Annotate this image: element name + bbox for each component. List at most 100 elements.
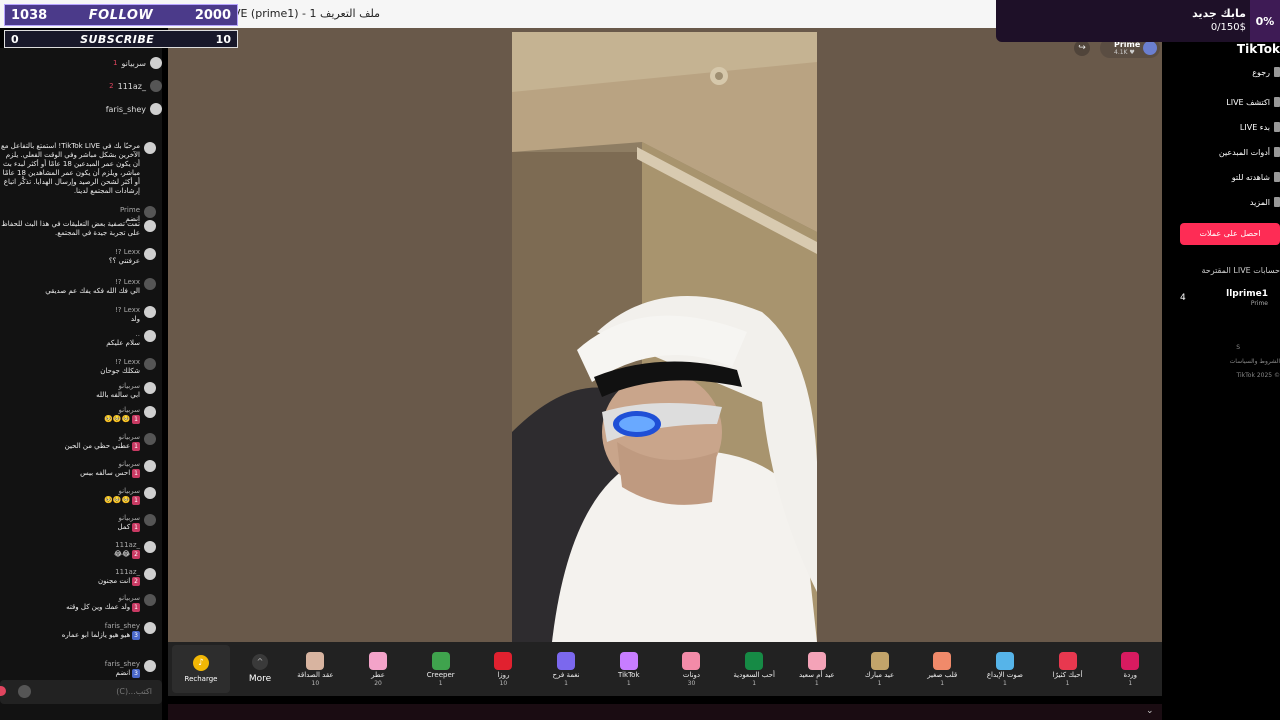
chat-message: Lexx ?! ولد: [0, 306, 156, 324]
level-badge: 1: [132, 523, 140, 532]
level-badge: 3: [132, 631, 140, 640]
gift-item[interactable]: أحبك كثيرًا 1: [1036, 644, 1099, 694]
chat-username[interactable]: سربيانو: [0, 514, 141, 523]
gift-icon: [557, 651, 576, 670]
level-badge: 1: [132, 496, 140, 505]
chat-message: .. سلام عليكم: [0, 330, 156, 348]
gift-name: TikTok: [618, 670, 640, 679]
avatar: [150, 80, 162, 92]
gift-item[interactable]: عيد أم سعيد 1: [786, 644, 849, 694]
viewer-name: _111az: [117, 81, 146, 91]
nav-more[interactable]: المزيد: [1250, 197, 1280, 207]
nav-back[interactable]: رجوع: [1252, 67, 1280, 77]
chat-username[interactable]: سربيانو: [0, 406, 141, 415]
avatar[interactable]: [144, 142, 156, 154]
avatar[interactable]: [144, 541, 156, 553]
follow-goal: 2000: [194, 7, 231, 23]
top-viewer[interactable]: 2 _111az: [96, 79, 162, 93]
avatar[interactable]: [144, 220, 156, 232]
chat-username[interactable]: _111az: [0, 541, 140, 550]
level-badge: 1: [132, 442, 140, 451]
avatar[interactable]: [144, 594, 156, 606]
chat-message-body: Lexx ?! شكلك جوحان: [0, 358, 140, 376]
avatar[interactable]: [144, 433, 156, 445]
gift-item[interactable]: وردة 1: [1099, 644, 1162, 694]
chat-username[interactable]: Lexx ?!: [0, 278, 140, 287]
chat-username[interactable]: سربيانو: [0, 382, 141, 391]
chat-username[interactable]: faris_shey: [0, 622, 140, 631]
suggested-account[interactable]: llprime1 Prime 4: [1174, 286, 1280, 314]
nav-go-live[interactable]: بدء LIVE: [1240, 122, 1280, 132]
gift-item[interactable]: عطر 20: [347, 644, 410, 694]
avatar[interactable]: [144, 330, 156, 342]
gift-icon: [995, 651, 1014, 670]
gift-name: صوت الإبداع: [986, 670, 1023, 679]
gift-item[interactable]: نغمة فرح 1: [535, 644, 598, 694]
chat-text: 🥺🥺🥺: [104, 415, 131, 423]
chat-username[interactable]: ..: [0, 330, 140, 339]
chat-input[interactable]: اكتب...(C): [0, 680, 162, 704]
emoji-icon[interactable]: [18, 685, 31, 698]
avatar[interactable]: [144, 660, 156, 672]
gift-item[interactable]: صوت الإبداع 1: [974, 644, 1037, 694]
top-viewer[interactable]: 1 سربيانو: [96, 56, 162, 70]
avatar[interactable]: [144, 206, 156, 218]
live-video[interactable]: [512, 32, 817, 642]
chat-username[interactable]: Lexx ?!: [0, 358, 140, 367]
chat-input-placeholder: اكتب...(C): [116, 687, 152, 696]
chat-username[interactable]: Lexx ?!: [0, 248, 140, 257]
nav-explore-live[interactable]: اكتشف LIVE: [1226, 97, 1280, 107]
chat-text: عطني حظي من الحين: [64, 442, 131, 450]
share-icon[interactable]: ↪: [1074, 40, 1090, 56]
chat-username[interactable]: سربيانو: [0, 433, 141, 442]
chat-message: مرحبًا بك في TikTok LIVE! استمتع بالتفاع…: [0, 142, 156, 196]
donation-goal-widget: مابك جديد 0/150$ 0%: [996, 0, 1280, 42]
nav-recently-watched[interactable]: شاهدته للتو: [1232, 172, 1280, 182]
tiktok-logo[interactable]: TikTok: [1237, 42, 1280, 56]
chat-username[interactable]: Prime: [0, 206, 140, 215]
chevron-down-icon[interactable]: ⌄: [1146, 706, 1154, 716]
chat-username[interactable]: سربيانو: [0, 594, 141, 603]
gift-item[interactable]: عقد الصداقة 10: [284, 644, 347, 694]
avatar[interactable]: [144, 487, 156, 499]
chat-text: انضم: [115, 669, 131, 677]
gift-item[interactable]: قلب صغير 1: [911, 644, 974, 694]
chat-username[interactable]: Lexx ?!: [0, 306, 140, 315]
avatar[interactable]: [144, 358, 156, 370]
footer-link[interactable]: الشروط والسياسات: [1230, 358, 1280, 365]
chat-text: 😂😂: [113, 550, 131, 558]
gift-name: عقد الصداقة: [297, 670, 334, 679]
chat-username[interactable]: _111az: [0, 568, 140, 577]
gift-icon: [807, 651, 826, 670]
suggested-live-title: حسابات LIVE المقترحة: [1201, 266, 1280, 275]
avatar[interactable]: [144, 278, 156, 290]
avatar[interactable]: [144, 382, 156, 394]
gift-item[interactable]: Creeper 1: [409, 644, 472, 694]
gift-item[interactable]: أحب السعودية 1: [723, 644, 786, 694]
chevron-up-icon: ^: [252, 654, 268, 670]
get-coins-button[interactable]: احصل على عملات: [1180, 223, 1280, 245]
gift-item[interactable]: دونات 30: [660, 644, 723, 694]
avatar[interactable]: [144, 306, 156, 318]
chat-username[interactable]: سربيانو: [0, 487, 141, 496]
avatar[interactable]: [144, 568, 156, 580]
chat-username[interactable]: سربيانو: [0, 460, 141, 469]
more-gifts-button[interactable]: ^ More: [236, 645, 284, 693]
avatar[interactable]: [144, 248, 156, 260]
host-avatar: [1143, 41, 1157, 55]
chat-message-body: سربيانو 1🥺🥺🥺: [0, 406, 140, 424]
gift-item[interactable]: عيد مبارك 1: [848, 644, 911, 694]
chat-message-body: تمت تصفية بعض التعليقات في هذا البث للحف…: [0, 220, 140, 238]
gift-item[interactable]: TikTok 1: [597, 644, 660, 694]
gift-name: عيد مبارك: [864, 670, 895, 679]
chat-username[interactable]: faris_shey: [0, 660, 140, 669]
avatar[interactable]: [144, 460, 156, 472]
nav-creator-tools[interactable]: أدوات المبدعين: [1219, 147, 1280, 157]
gift-shortcut-icon[interactable]: [0, 686, 6, 696]
avatar[interactable]: [144, 514, 156, 526]
recharge-button[interactable]: ♪ Recharge: [172, 645, 230, 693]
gift-item[interactable]: روزا 10: [472, 644, 535, 694]
avatar[interactable]: [144, 622, 156, 634]
top-viewer[interactable]: faris_shey: [96, 102, 162, 116]
avatar[interactable]: [144, 406, 156, 418]
